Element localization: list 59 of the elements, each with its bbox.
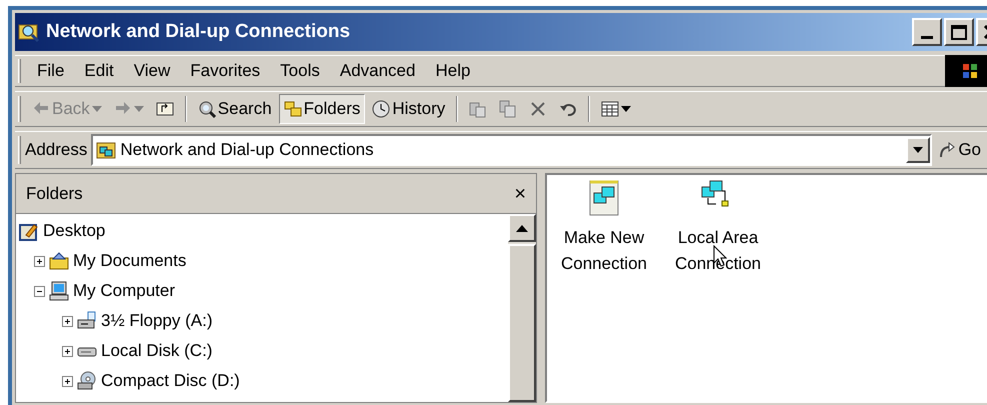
caret-icon (621, 106, 632, 112)
item-label[interactable]: Local Area Connection (661, 225, 775, 277)
scroll-thumb[interactable] (508, 244, 536, 402)
folder-icon (48, 251, 70, 271)
menu-item[interactable]: Advanced (330, 58, 426, 84)
tree-item[interactable]: 3½ Floppy (A:) (101, 308, 212, 334)
history-button[interactable]: History (367, 94, 450, 124)
maximize-icon (951, 24, 967, 40)
go-arrow-icon (938, 141, 956, 159)
expand-icon[interactable] (62, 346, 73, 356)
tree-item[interactable]: Local Disk (C:) (101, 338, 212, 364)
menu-item[interactable]: View (124, 58, 180, 84)
search-icon (198, 100, 216, 118)
menu-item[interactable]: Tools (270, 58, 330, 84)
up-folder-icon (156, 100, 174, 118)
desktop-icon (18, 221, 40, 241)
caret-icon (913, 147, 924, 153)
minimize-icon (921, 36, 933, 39)
move-to-icon (469, 100, 488, 118)
address-value: Network and Dial-up Connections (120, 139, 375, 162)
expand-icon[interactable] (62, 316, 73, 326)
network-folder-icon (96, 141, 116, 159)
folders-title: Folders (26, 182, 83, 205)
expand-icon[interactable] (62, 376, 73, 386)
item-label[interactable]: Make New Connection (547, 225, 661, 277)
tree-item[interactable]: My Documents (73, 248, 186, 274)
menu-item[interactable]: Favorites (180, 58, 270, 84)
up-arrow-icon (516, 224, 528, 232)
delete-icon (529, 100, 548, 118)
folders-button[interactable]: Folders (278, 94, 366, 124)
tree-item[interactable]: Desktop (43, 218, 106, 244)
computer-icon (48, 281, 70, 301)
address-label: Address (25, 139, 88, 162)
copy-to-icon (499, 100, 518, 118)
windows-logo (945, 55, 987, 87)
tree-item[interactable]: My Computer (73, 278, 176, 304)
tree-item[interactable]: Compact Disc (D:) (101, 368, 240, 394)
folders-icon (284, 100, 302, 118)
caret-icon (92, 106, 102, 112)
search-button[interactable]: Search (192, 94, 277, 124)
expand-icon[interactable] (34, 256, 45, 266)
menu-item[interactable]: Help (425, 58, 480, 84)
clock-icon (372, 100, 390, 118)
caret-icon (134, 106, 144, 112)
window-title: Network and Dial-up Connections (46, 20, 352, 44)
cd-drive-icon (76, 371, 98, 391)
maximize-button[interactable] (944, 18, 974, 46)
scroll-up-button[interactable] (508, 214, 536, 242)
scrollbar[interactable] (508, 214, 536, 402)
dropdown-button[interactable] (906, 137, 930, 163)
collapse-icon[interactable] (34, 286, 45, 296)
menu-item[interactable]: File (27, 58, 74, 84)
menu-item[interactable]: Edit (74, 58, 124, 84)
minimize-button[interactable] (912, 18, 942, 46)
views-icon (601, 100, 620, 118)
close-pane-button[interactable]: × (514, 184, 526, 204)
floppy-drive-icon (76, 311, 98, 331)
address-field[interactable]: Network and Dial-up Connections (91, 134, 932, 166)
go-button[interactable]: Go (932, 134, 987, 166)
